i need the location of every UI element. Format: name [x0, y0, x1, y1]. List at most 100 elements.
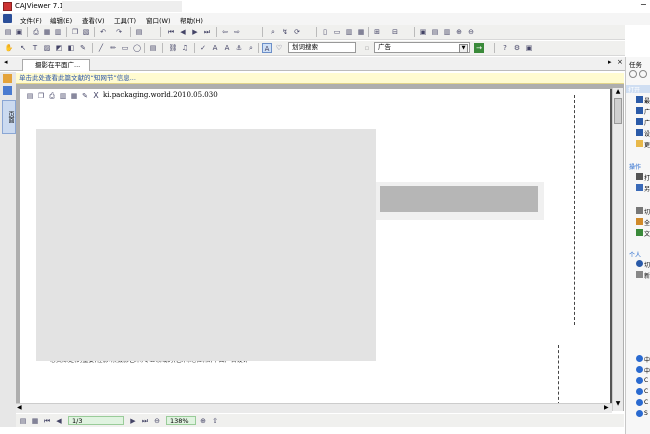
close-icon[interactable]: X — [91, 91, 101, 101]
next-page-icon[interactable]: ▶ — [190, 27, 200, 37]
rotate-icon[interactable]: ⟳ — [292, 27, 302, 37]
page-number-field[interactable]: 1/3 — [68, 416, 124, 425]
zoom-in-icon[interactable]: ⊕ — [454, 27, 464, 37]
heart-icon[interactable]: ♡ — [274, 43, 284, 53]
print-icon[interactable] — [636, 173, 643, 180]
float-copy-icon[interactable]: ❐ — [36, 91, 46, 101]
save-icon[interactable]: ▥ — [53, 27, 63, 37]
folder-icon[interactable] — [636, 140, 643, 147]
menu-file[interactable]: 文件(F) — [20, 15, 42, 25]
menu-help[interactable]: 帮助(H) — [180, 15, 203, 25]
status-prev-icon[interactable]: ◀ — [54, 416, 64, 426]
status-next-icon[interactable]: ▶ — [128, 416, 138, 426]
chevron-down-icon[interactable]: ▼ — [459, 44, 468, 53]
continuous-page-icon[interactable]: ▭ — [332, 27, 342, 37]
audio-icon[interactable]: ♫ — [180, 43, 190, 53]
select-text-icon[interactable]: T — [30, 43, 40, 53]
redo-icon[interactable]: ↷ — [114, 27, 124, 37]
fit-width-icon[interactable]: ▥ — [442, 27, 452, 37]
vertical-scroll-thumb[interactable] — [614, 98, 622, 124]
link-globe-icon[interactable] — [636, 399, 643, 406]
pen-icon[interactable]: ╱ — [96, 43, 106, 53]
full-text-icon[interactable] — [636, 218, 643, 225]
recent-doc-icon[interactable] — [636, 129, 643, 136]
bookmark-panel-icon[interactable] — [3, 86, 12, 95]
underline-icon[interactable]: A — [210, 43, 220, 53]
fit-page-icon[interactable]: ▦ — [356, 27, 366, 37]
document-icon[interactable] — [636, 229, 643, 236]
status-thumb-icon[interactable]: ▦ — [30, 416, 40, 426]
status-up-icon[interactable]: ⇧ — [210, 416, 220, 426]
undo-icon[interactable]: ↶ — [98, 27, 108, 37]
select-image-icon[interactable]: ▨ — [42, 43, 52, 53]
forward-icon[interactable]: ⇨ — [232, 27, 242, 37]
scroll-up-icon[interactable]: ▲ — [614, 88, 622, 96]
save-as-icon[interactable] — [636, 184, 643, 191]
status-zoom-in-icon[interactable]: ⊕ — [198, 416, 208, 426]
highlighter-icon[interactable]: ✏ — [108, 43, 118, 53]
vertical-scrollbar[interactable]: ▲ ▼ — [612, 88, 623, 411]
link-globe-icon[interactable] — [636, 377, 643, 384]
anchor-icon[interactable]: ⚓ — [234, 43, 244, 53]
status-first-icon[interactable]: ⏮ — [42, 416, 52, 426]
globe-icon[interactable] — [636, 260, 643, 267]
display-icon[interactable]: ⊟ — [390, 27, 400, 37]
print-icon[interactable]: ⎙ — [31, 27, 41, 37]
options-icon[interactable]: ▣ — [524, 43, 534, 53]
text-search-icon[interactable]: ↯ — [280, 27, 290, 37]
status-zoom-out-icon[interactable]: ⊖ — [152, 416, 162, 426]
new-icon[interactable]: ▤ — [3, 27, 13, 37]
search-icon[interactable]: ⌕ — [246, 43, 256, 53]
full-screen-icon[interactable]: ▣ — [418, 27, 428, 37]
ocr-icon[interactable]: ◧ — [66, 43, 76, 53]
word-search-icon[interactable]: A — [262, 43, 272, 53]
annotation-icon[interactable]: ✎ — [78, 43, 88, 53]
copy-icon[interactable]: ❐ — [70, 27, 80, 37]
float-image-icon[interactable]: ▦ — [69, 91, 79, 101]
float-print-icon[interactable]: ⎙ — [47, 91, 57, 101]
float-note-icon[interactable]: ✎ — [80, 91, 90, 101]
scroll-right-icon[interactable]: ▶ — [604, 404, 609, 411]
new-doc-icon[interactable] — [636, 271, 643, 278]
rectangle-icon[interactable]: ▭ — [120, 43, 130, 53]
last-page-icon[interactable]: ⏭ — [202, 27, 212, 37]
annotation-panel-icon[interactable] — [3, 74, 12, 83]
status-layout-icon[interactable]: ▤ — [18, 416, 28, 426]
float-ocr-icon[interactable]: ▥ — [58, 91, 68, 101]
facing-page-icon[interactable]: ▥ — [344, 27, 354, 37]
note-icon[interactable]: ▤ — [148, 43, 158, 53]
tab-scroll-right-icon[interactable]: ▸ — [608, 58, 612, 66]
link-icon[interactable]: ⛓ — [168, 43, 178, 53]
search-combo[interactable]: 广告 ▼ — [374, 42, 470, 53]
help-icon[interactable]: ? — [500, 43, 510, 53]
menu-window[interactable]: 窗口(W) — [146, 15, 171, 25]
document-menu-icon[interactable] — [3, 14, 12, 23]
layout-icon[interactable]: ⊞ — [372, 27, 382, 37]
section-open-header[interactable]: 打开 — [626, 85, 650, 94]
menu-view[interactable]: 查看(V) — [82, 15, 105, 25]
go-search-icon[interactable]: → — [474, 43, 484, 53]
hand-tool-icon[interactable]: ✋ — [4, 43, 14, 53]
task-forward-icon[interactable] — [639, 70, 647, 78]
knowledge-node-notification[interactable]: 单击此处查看此篇文献的“知网节”信息... — [16, 73, 624, 84]
tab-scroll-left-icon[interactable]: ◂ — [4, 58, 8, 66]
recent-doc-icon[interactable] — [636, 107, 643, 114]
link-globe-icon[interactable] — [636, 355, 643, 362]
back-icon[interactable]: ⇦ — [220, 27, 230, 37]
switch-icon[interactable] — [636, 207, 643, 214]
tab-close-icon[interactable]: × — [617, 58, 623, 66]
link-globe-icon[interactable] — [636, 366, 643, 373]
minimize-button[interactable]: − — [640, 0, 647, 9]
strikeout-icon[interactable]: A — [222, 43, 232, 53]
scroll-left-icon[interactable]: ◀ — [17, 404, 22, 411]
paste-icon[interactable]: ▧ — [81, 27, 91, 37]
menu-tools[interactable]: 工具(T) — [114, 15, 136, 25]
task-back-icon[interactable] — [629, 70, 637, 78]
select-tool-icon[interactable]: ↖ — [18, 43, 28, 53]
settings-icon[interactable]: ⚙ — [512, 43, 522, 53]
tab-document[interactable]: 摄影在平面广... — [22, 59, 90, 71]
zoom-field[interactable]: 138% — [166, 416, 196, 425]
zoom-out-icon[interactable]: ⊖ — [466, 27, 476, 37]
first-page-icon[interactable]: ⏮ — [166, 27, 176, 37]
status-last-icon[interactable]: ⏭ — [140, 416, 150, 426]
